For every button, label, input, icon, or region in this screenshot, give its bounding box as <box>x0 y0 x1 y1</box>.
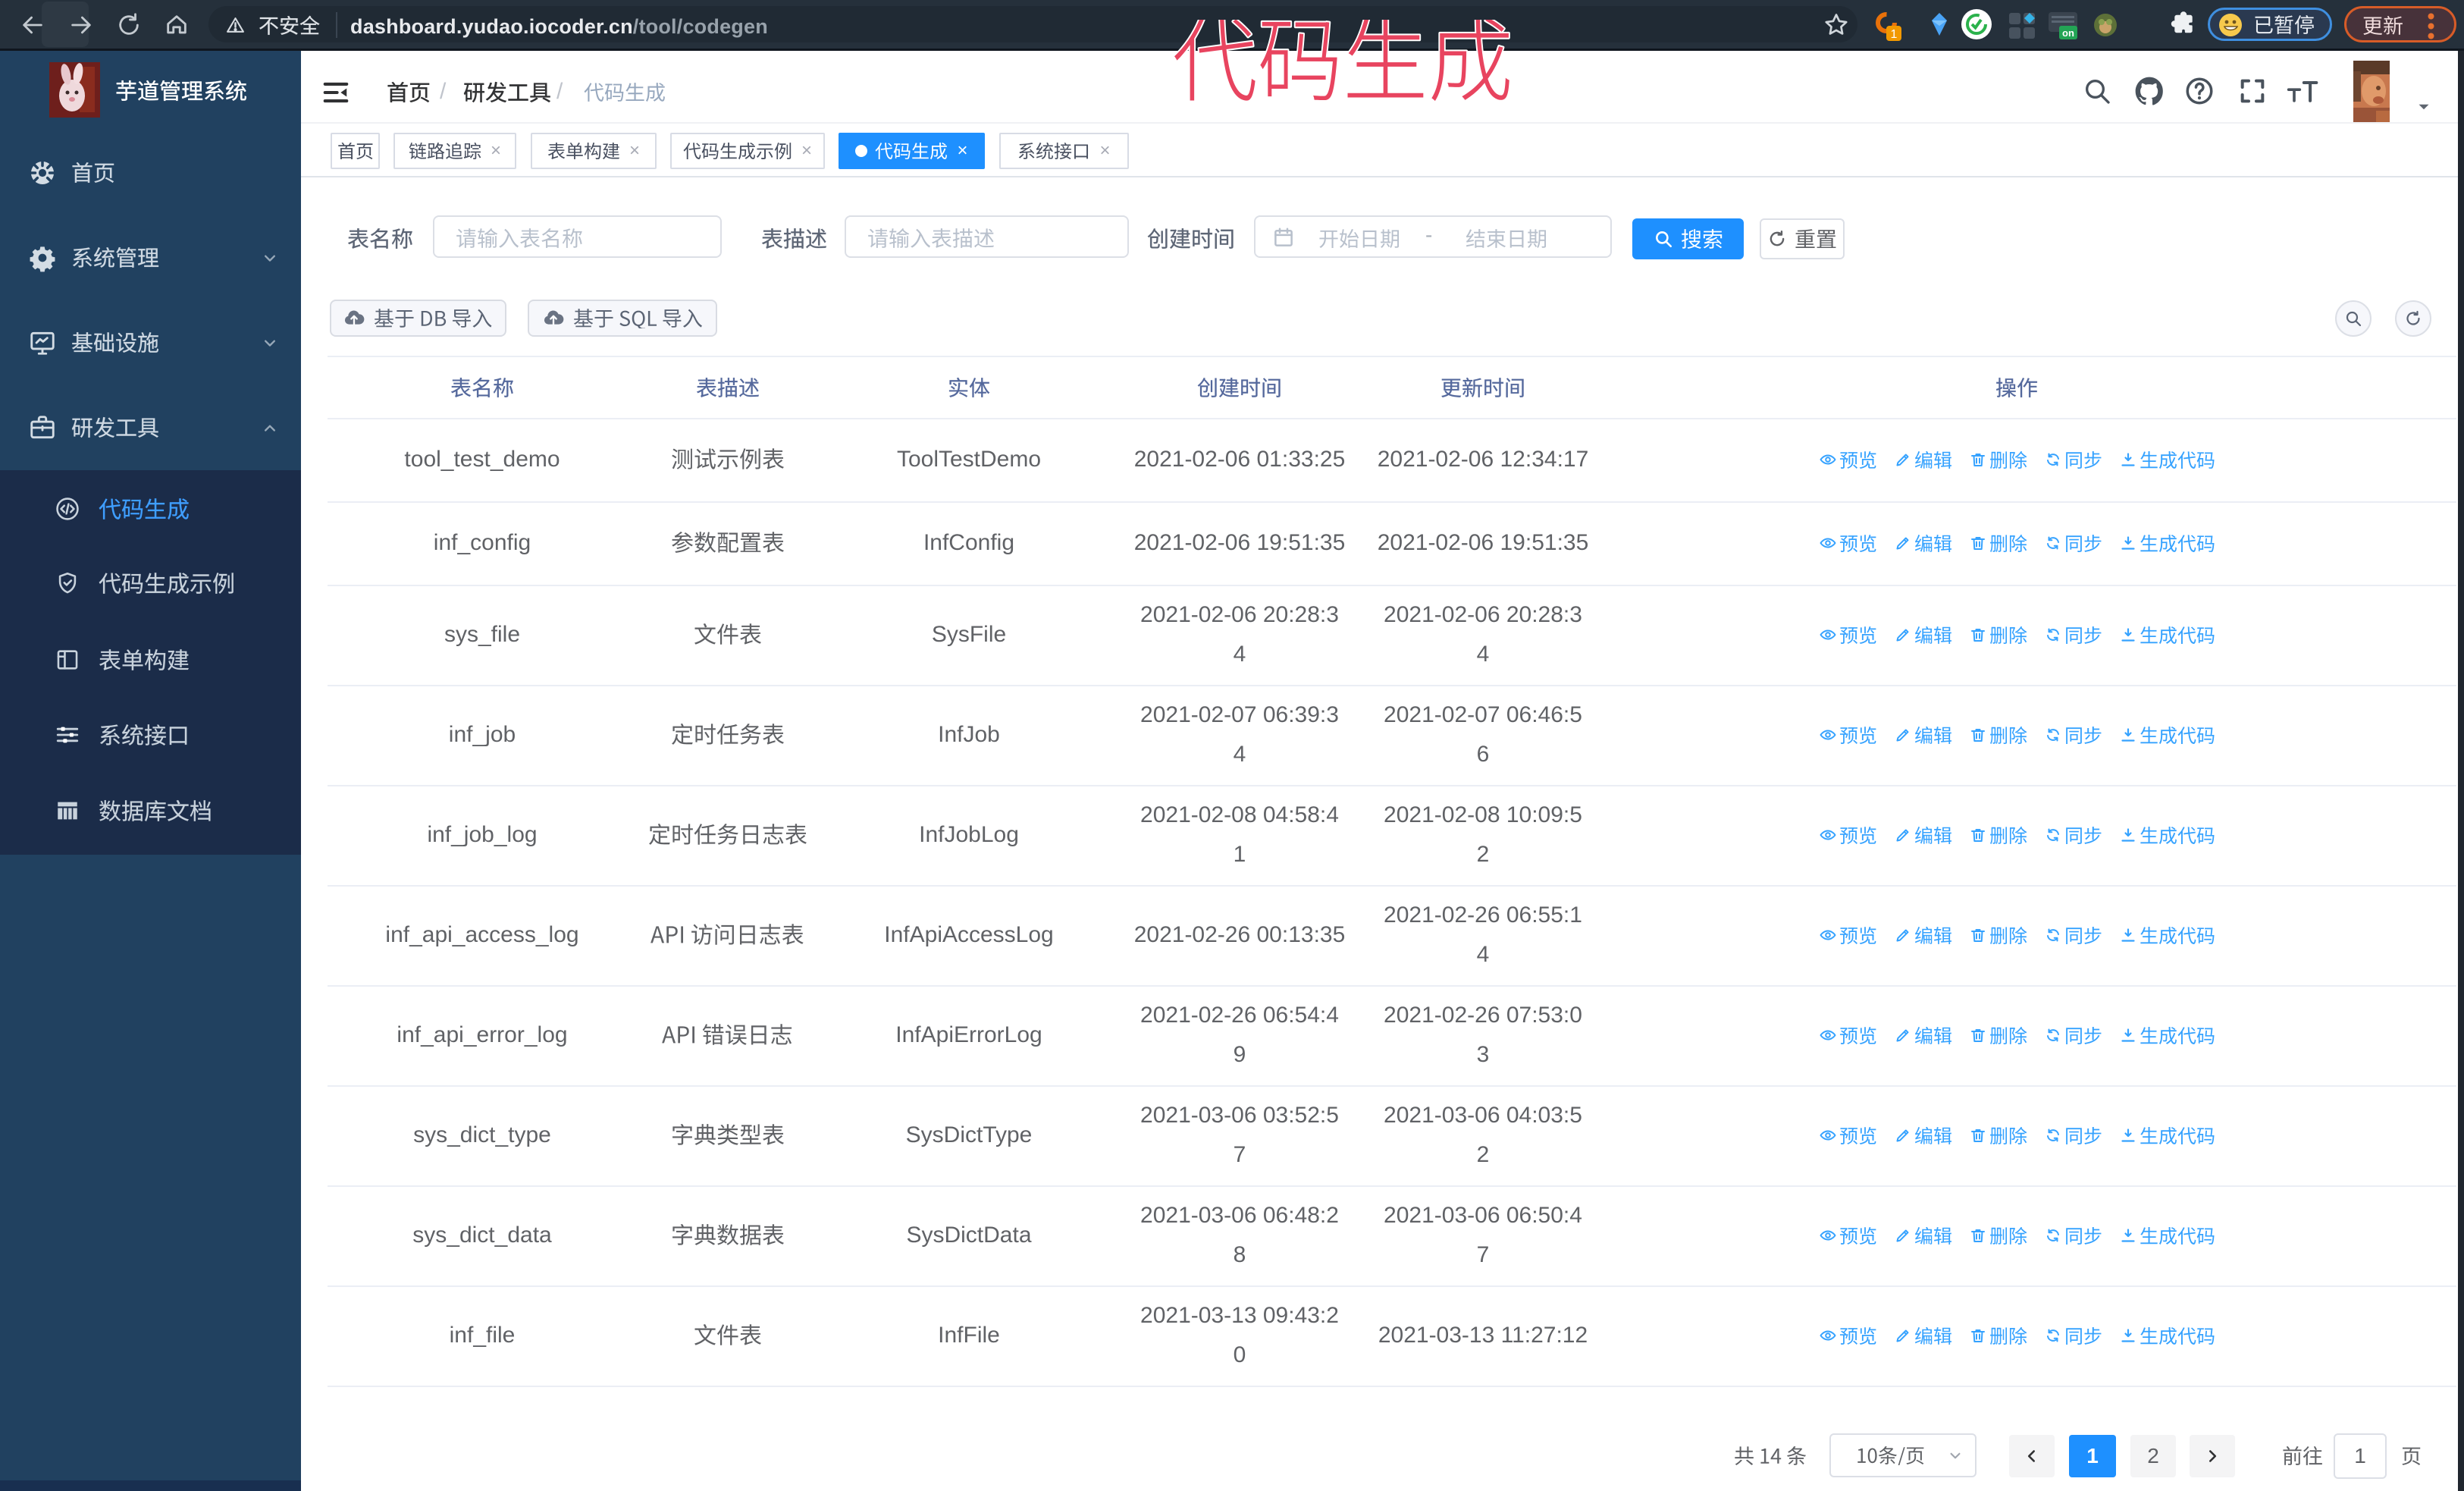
svg-text:on: on <box>2062 27 2074 39</box>
svg-text:1: 1 <box>1891 28 1898 41</box>
